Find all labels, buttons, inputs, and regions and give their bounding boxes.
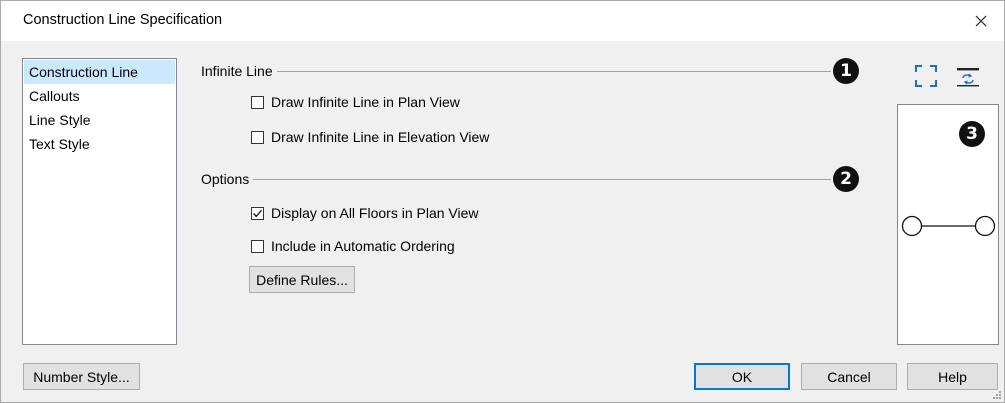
window-title: Construction Line Specification [23,12,223,28]
nav-item-label: Construction Line [29,64,138,80]
fill-window-button[interactable] [913,63,939,89]
resize-grip-icon[interactable] [992,390,1002,400]
nav-item-line-style[interactable]: Line Style [24,108,175,132]
infinite-line-separator [201,71,831,72]
cancel-button[interactable]: Cancel [801,363,897,390]
nav-item-text-style[interactable]: Text Style [24,132,175,156]
checkmark-icon [253,209,263,217]
ok-button[interactable]: OK [694,363,790,390]
fill-window-icon [915,65,937,87]
toggle-view-icon [957,68,979,87]
close-icon [975,15,987,27]
callout-badge-1: 1 [833,58,859,84]
callout-badge-2: 2 [833,166,859,192]
number-style-button[interactable]: Number Style... [23,363,140,390]
nav-item-label: Text Style [29,136,90,152]
nav-item-label: Line Style [29,112,91,128]
options-separator [201,179,831,180]
include-ordering-label: Include in Automatic Ordering [271,238,455,254]
options-heading: Options [201,171,254,187]
dialog-window: Construction Line Specification Construc… [0,0,1005,403]
nav-item-construction-line[interactable]: Construction Line [24,60,175,84]
define-rules-button[interactable]: Define Rules... [249,266,355,293]
draw-elevation-row[interactable]: Draw Infinite Line in Elevation View [251,129,489,145]
nav-item-label: Callouts [29,88,80,104]
display-all-floors-row[interactable]: Display on All Floors in Plan View [251,205,479,221]
close-button[interactable] [958,1,1004,41]
include-ordering-checkbox[interactable] [251,239,264,253]
display-all-floors-checkbox[interactable] [251,206,264,220]
construction-line-preview [901,215,996,237]
toggle-view-button[interactable] [955,63,981,89]
draw-elevation-checkbox[interactable] [251,130,264,144]
display-all-floors-label: Display on All Floors in Plan View [271,205,479,221]
infinite-line-heading: Infinite Line [201,63,277,79]
draw-plan-row[interactable]: Draw Infinite Line in Plan View [251,94,460,110]
category-list: Construction Line Callouts Line Style Te… [22,58,177,345]
preview-panel: 3 [897,104,999,345]
nav-item-callouts[interactable]: Callouts [24,84,175,108]
draw-plan-label: Draw Infinite Line in Plan View [271,94,460,110]
help-button[interactable]: Help [907,363,998,390]
draw-elevation-label: Draw Infinite Line in Elevation View [271,129,490,145]
include-ordering-row[interactable]: Include in Automatic Ordering [251,238,455,254]
title-bar: Construction Line Specification [1,1,1004,41]
draw-plan-checkbox[interactable] [251,95,264,109]
